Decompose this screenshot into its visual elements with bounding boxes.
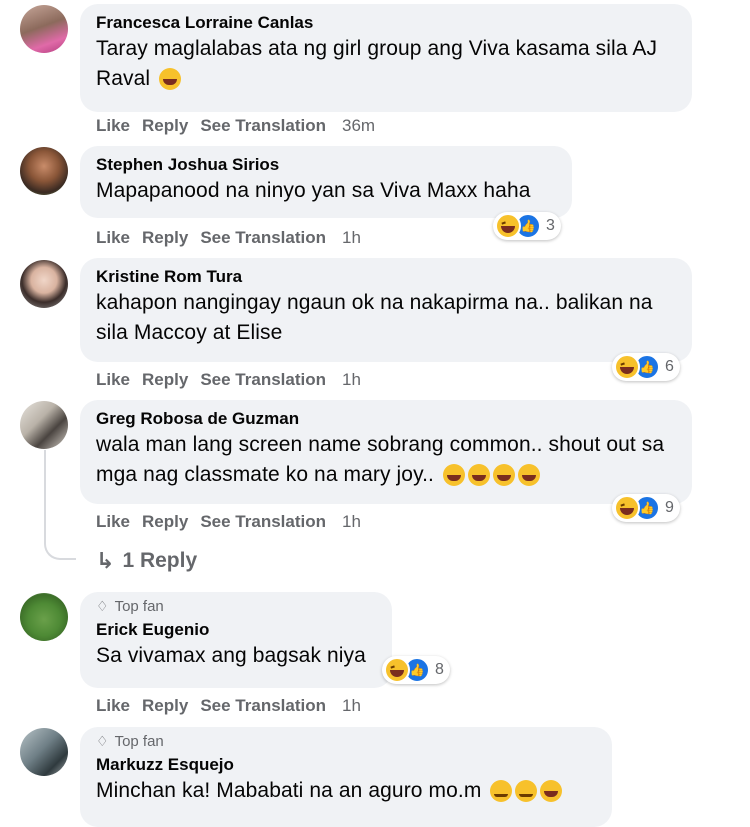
comment-time[interactable]: 1h [342,370,361,390]
comment-bubble: ♢ Top fan Erick Eugenio Sa vivamax ang ba… [80,592,392,688]
haha-reaction-icon [614,495,640,521]
top-fan-badge: ♢ Top fan [96,733,164,750]
comment-bubble: Kristine Rom Tura kahapon nangingay ngau… [80,258,692,362]
comment-time[interactable]: 1h [342,696,361,716]
haha-reaction-icon [495,213,521,239]
commenter-name[interactable]: Greg Robosa de Guzman [96,408,676,430]
comment-text: wala man lang screen name sobrang common… [96,433,665,487]
see-translation-button[interactable]: See Translation [200,116,326,136]
like-button[interactable]: Like [96,116,130,136]
comment-bubble: Stephen Joshua Sirios Mapapanood na niny… [80,146,572,218]
reaction-summary[interactable]: 👍 9 [612,494,680,522]
comment-text: Sa vivamax ang bagsak niya [96,644,366,667]
comment-text: Minchan ka! Mababati na an aguro mo.m [96,776,596,806]
comment-text: Mapapanood na ninyo yan sa Viva Maxx hah… [96,179,531,202]
diamond-icon: ♢ [96,598,109,614]
reaction-count: 8 [435,661,444,678]
smiling-emoji-icon [490,780,513,803]
see-translation-button[interactable]: See Translation [200,696,326,716]
laughing-emoji-icon [540,780,563,803]
like-button[interactable]: Like [96,696,130,716]
thread-curve [44,528,76,560]
reply-button[interactable]: Reply [142,116,188,136]
comment-time[interactable]: 36m [342,116,375,136]
laughing-emoji-icon [467,464,490,487]
like-button[interactable]: Like [96,512,130,532]
comment-actions: Like Reply See Translation 1h [96,228,373,248]
comment-bubble: Greg Robosa de Guzman wala man lang scre… [80,400,692,504]
see-translation-button[interactable]: See Translation [200,228,326,248]
diamond-icon: ♢ [96,733,109,749]
laughing-emoji-icon [492,464,515,487]
thread-line [44,450,46,540]
comment-bubble: Francesca Lorraine Canlas Taray maglalab… [80,4,692,112]
avatar[interactable] [20,728,68,776]
reaction-count: 3 [546,217,555,234]
commenter-name[interactable]: Markuzz Esquejo [96,754,596,776]
comment-actions: Like Reply See Translation 1h [96,696,373,716]
reply-button[interactable]: Reply [142,696,188,716]
reaction-count: 9 [665,499,674,516]
comment-bubble: ♢ Top fan Markuzz Esquejo Minchan ka! Mab… [80,727,612,827]
haha-reaction-icon [614,354,640,380]
comment-actions: Like Reply See Translation 36m [96,116,387,136]
avatar[interactable] [20,593,68,641]
top-fan-badge: ♢ Top fan [96,598,164,615]
like-button[interactable]: Like [96,370,130,390]
reply-count-label: 1 Reply [122,549,198,572]
comment-actions: Like Reply See Translation 1h [96,370,373,390]
reply-button[interactable]: Reply [142,370,188,390]
avatar[interactable] [20,401,68,449]
reaction-summary[interactable]: 👍 8 [382,656,450,684]
view-replies-link[interactable]: ↳ 1 Reply [96,548,197,574]
commenter-name[interactable]: Stephen Joshua Sirios [96,154,556,176]
reply-button[interactable]: Reply [142,512,188,532]
reply-arrow-icon: ↳ [96,548,115,573]
commenter-name[interactable]: Kristine Rom Tura [96,266,676,288]
comment-actions: Like Reply See Translation 1h [96,512,373,532]
reaction-summary[interactable]: 👍 6 [612,353,680,381]
see-translation-button[interactable]: See Translation [200,512,326,532]
commenter-name[interactable]: Francesca Lorraine Canlas [96,12,676,34]
comment-text: Taray maglalabas ata ng girl group ang V… [96,37,658,91]
smiling-emoji-icon [515,780,538,803]
comment-time[interactable]: 1h [342,512,361,532]
reply-button[interactable]: Reply [142,228,188,248]
laughing-emoji-icon [442,464,465,487]
haha-reaction-icon [384,657,410,683]
avatar[interactable] [20,147,68,195]
avatar[interactable] [20,5,68,53]
reaction-summary[interactable]: 👍 3 [493,212,561,240]
comment-text: kahapon nangingay ngaun ok na nakapirma … [96,291,653,344]
like-button[interactable]: Like [96,228,130,248]
see-translation-button[interactable]: See Translation [200,370,326,390]
commenter-name[interactable]: Erick Eugenio [96,619,376,641]
laughing-emoji-icon [159,68,182,91]
avatar[interactable] [20,260,68,308]
laughing-emoji-icon [517,464,540,487]
comment-time[interactable]: 1h [342,228,361,248]
reaction-count: 6 [665,358,674,375]
